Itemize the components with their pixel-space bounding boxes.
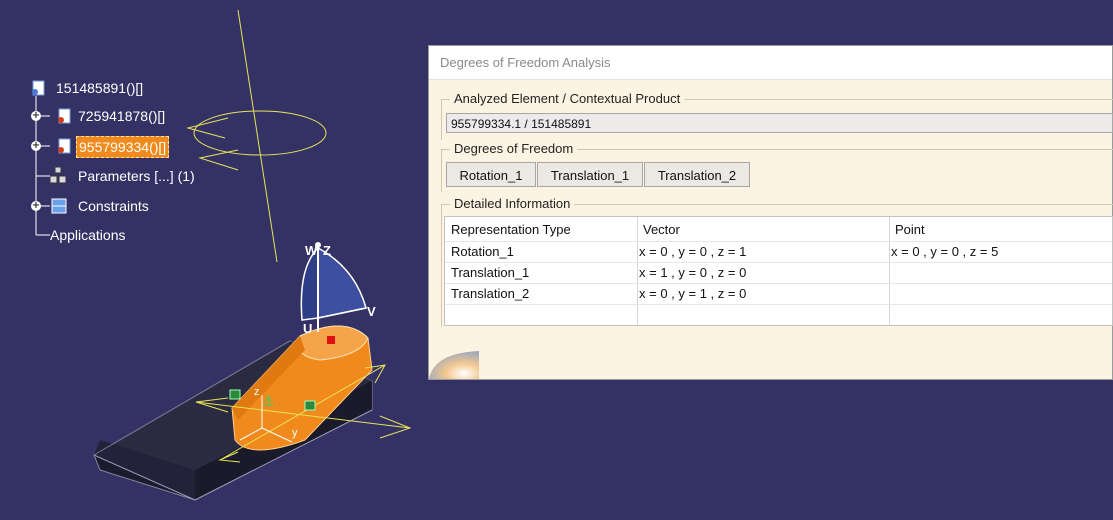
translation-1-button[interactable]: Translation_1 (537, 162, 643, 187)
detailed-info-legend: Detailed Information (450, 196, 575, 211)
row-3-vector[interactable]: x = 0 , y = 1 , z = 0 (639, 284, 746, 304)
dof-group: Degrees of Freedom Rotation_1 Translatio… (441, 141, 1113, 192)
tree-constraints-label: Constraints (78, 198, 149, 214)
analyzed-element-field: 955799334.1 / 151485891 (446, 113, 1113, 133)
tree-parameters-label: Parameters [...] (1) (78, 168, 195, 184)
tree-root-label: 151485891()[] (56, 80, 144, 96)
tree-lines (35, 96, 50, 236)
rotation-1-button[interactable]: Rotation_1 (446, 162, 536, 187)
row-1-point[interactable]: x = 0 , y = 0 , z = 5 (891, 242, 998, 262)
rotation-axis (237, 9, 278, 263)
constraints-icon (50, 197, 67, 214)
compass-u-label: U (303, 321, 312, 336)
row-1-vector[interactable]: x = 0 , y = 0 , z = 1 (639, 242, 746, 262)
translation-2-button[interactable]: Translation_2 (644, 162, 750, 187)
row-1-type[interactable]: Rotation_1 (451, 242, 514, 262)
constraint-symbol-2[interactable] (304, 400, 316, 411)
part-axis-y-label: y (292, 427, 298, 439)
expand-plus-icon[interactable]: + (31, 141, 41, 151)
constraint-symbol-1[interactable] (229, 389, 241, 400)
product-icon (30, 80, 46, 96)
dof-legend: Degrees of Freedom (450, 141, 578, 156)
parameters-icon (49, 166, 67, 184)
anchor-icon[interactable]: ⚓ (262, 394, 275, 410)
dialog-corner-logo (429, 351, 479, 379)
header-representation-type[interactable]: Representation Type (451, 220, 571, 240)
detailed-info-group: Detailed Information Representation Type… (441, 196, 1113, 327)
component-icon (56, 138, 72, 154)
header-vector[interactable]: Vector (643, 220, 680, 240)
analyzed-element-group: Analyzed Element / Contextual Product 95… (441, 91, 1113, 140)
tree-child2-label: 955799334()[] (76, 136, 170, 158)
tree-applications-label: Applications (50, 227, 126, 243)
expand-plus-icon[interactable]: + (31, 201, 41, 211)
row-2-type[interactable]: Translation_1 (451, 263, 529, 283)
compass-v-label: V (367, 304, 376, 319)
row-2-vector[interactable]: x = 1 , y = 0 , z = 0 (639, 263, 746, 283)
detailed-info-table[interactable]: Representation Type Vector Point Rotatio… (444, 216, 1113, 326)
compass-z-label: Z (323, 243, 331, 258)
part-axis-z-label: z (254, 386, 260, 398)
row-3-type[interactable]: Translation_2 (451, 284, 529, 304)
analyzed-element-legend: Analyzed Element / Contextual Product (450, 91, 685, 106)
dialog-title[interactable]: Degrees of Freedom Analysis (429, 46, 1112, 80)
compass-w-label: W (305, 243, 318, 258)
expand-plus-icon[interactable]: + (31, 111, 41, 121)
header-point[interactable]: Point (895, 220, 925, 240)
selected-part[interactable] (231, 325, 373, 451)
row-divider (445, 262, 1112, 263)
row-divider (445, 283, 1112, 284)
header-divider (445, 241, 1112, 242)
component-icon (56, 108, 72, 124)
row-divider (445, 304, 1112, 305)
dof-analysis-dialog: Degrees of Freedom Analysis Analyzed Ele… (428, 45, 1113, 380)
tree-child1-label: 725941878()[] (78, 108, 166, 124)
